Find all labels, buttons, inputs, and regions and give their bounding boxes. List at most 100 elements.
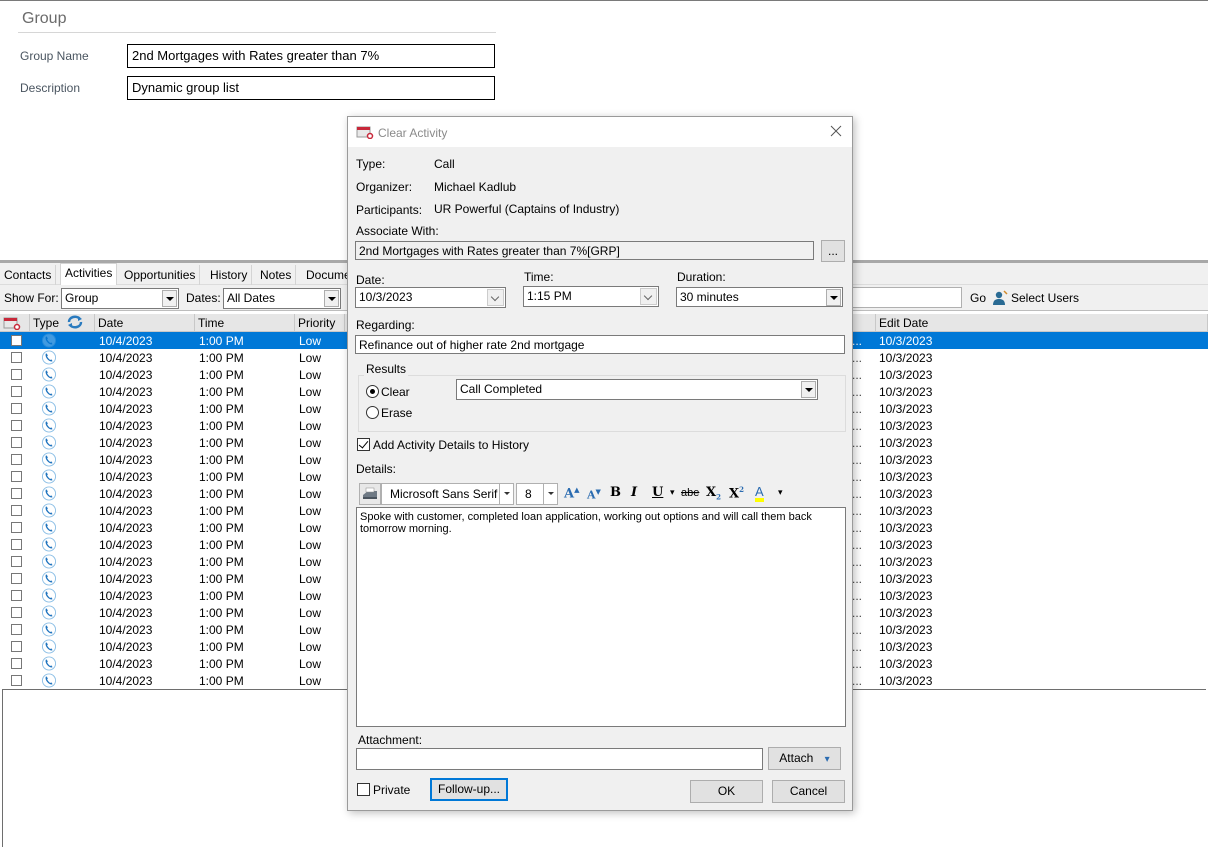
refresh-icon[interactable] [66,315,84,329]
cell-truncated: ... [852,470,863,484]
chevron-down-icon: ▾ [824,754,830,765]
group-name-input[interactable]: 2nd Mortgages with Rates greater than 7% [127,44,495,68]
cell-priority: Low [299,470,322,484]
row-checkbox[interactable] [11,420,22,431]
tab-notes[interactable]: Notes [256,265,297,285]
clear-radio-label[interactable]: Clear [381,385,410,399]
chevron-down-icon [826,289,841,306]
follow-up-button[interactable]: Follow-up... [430,778,508,801]
row-checkbox[interactable] [11,488,22,499]
grow-font-icon[interactable]: A▲ [564,485,579,501]
erase-radio-label[interactable]: Erase [381,406,412,420]
row-checkbox[interactable] [11,641,22,652]
cancel-button[interactable]: Cancel [772,780,845,803]
bold-icon[interactable]: B [610,485,621,500]
erase-radio[interactable] [366,406,379,419]
cell-truncated: ... [852,572,863,586]
font-family-dropdown[interactable]: Microsoft Sans Serif [381,483,514,505]
row-checkbox[interactable] [11,505,22,516]
time-picker[interactable]: 1:15 PM [523,286,659,307]
attach-button[interactable]: Attach ▾ [768,747,841,770]
search-input[interactable] [852,287,962,308]
go-button[interactable]: Go [970,291,986,305]
show-for-dropdown[interactable]: Group [61,288,179,309]
column-header-time[interactable]: Time [195,314,295,332]
cell-truncated: ... [852,419,863,433]
date-label: Date: [356,273,385,287]
column-header-date[interactable]: Date [95,314,195,332]
subscript-icon[interactable]: X2 [706,485,721,502]
user-icon [993,290,1008,305]
cell-edit-date: 10/3/2023 [879,453,933,467]
strikethrough-icon[interactable]: abe [681,487,699,499]
private-checkbox[interactable] [357,783,370,796]
superscript-icon[interactable]: X2 [729,485,744,501]
private-label[interactable]: Private [373,783,410,797]
tab-activities[interactable]: Activities [60,263,118,285]
underline-icon[interactable]: U [652,485,663,500]
close-icon[interactable] [828,123,844,139]
chevron-down-icon [801,381,816,398]
tab-contacts[interactable]: Contacts [0,265,57,285]
row-checkbox[interactable] [11,590,22,601]
ok-button[interactable]: OK [690,780,763,803]
clear-radio[interactable] [366,385,379,398]
associate-browse-button[interactable]: ... [821,240,845,262]
duration-dropdown[interactable]: 30 minutes [676,287,843,307]
row-checkbox[interactable] [11,335,22,346]
font-size-dropdown[interactable]: 8 [516,483,558,505]
shrink-font-icon[interactable]: A▼ [587,487,601,502]
select-users-button[interactable]: Select Users [992,288,1079,308]
regarding-input[interactable]: Refinance out of higher rate 2nd mortgag… [355,335,845,354]
time-value: 1:15 PM [527,289,572,303]
tab-history[interactable]: History [206,265,253,285]
italic-icon[interactable]: I [631,485,637,500]
cell-truncated: ... [852,640,863,654]
printer-icon [363,487,377,499]
description-input[interactable]: Dynamic group list [127,76,495,100]
chevron-down-icon [487,289,504,306]
print-button[interactable] [359,483,381,505]
row-checkbox[interactable] [11,352,22,363]
column-header-cleared[interactable] [0,314,30,332]
row-checkbox[interactable] [11,624,22,635]
row-checkbox[interactable] [11,573,22,584]
row-checkbox[interactable] [11,403,22,414]
cell-priority: Low [299,538,322,552]
chevron-down-icon [543,484,557,504]
column-header-priority[interactable]: Priority [295,314,345,332]
associate-with-field[interactable]: 2nd Mortgages with Rates greater than 7%… [355,241,814,260]
row-checkbox[interactable] [11,607,22,618]
underline-options-chevron-icon[interactable]: ▾ [670,488,675,498]
column-header-type[interactable]: Type [30,314,95,332]
row-checkbox[interactable] [11,556,22,567]
add-history-checkbox[interactable] [357,438,370,451]
cell-edit-date: 10/3/2023 [879,572,933,586]
row-checkbox[interactable] [11,471,22,482]
cell-truncated: ... [852,657,863,671]
dialog-titlebar[interactable]: Clear Activity [348,117,852,147]
row-checkbox[interactable] [11,437,22,448]
result-dropdown[interactable]: Call Completed [456,379,818,400]
cell-time: 1:00 PM [199,368,244,382]
tab-opportunities[interactable]: Opportunities [120,265,201,285]
font-family-value: Microsoft Sans Serif [390,487,498,501]
row-checkbox[interactable] [11,386,22,397]
grid-border-left [2,689,3,847]
attachment-input[interactable] [356,748,763,770]
add-history-label[interactable]: Add Activity Details to History [373,438,529,452]
cell-date: 10/4/2023 [99,351,153,365]
date-picker[interactable]: 10/3/2023 [355,287,506,308]
row-checkbox[interactable] [11,522,22,533]
row-checkbox[interactable] [11,454,22,465]
row-checkbox[interactable] [11,658,22,669]
font-color-icon[interactable]: A [755,485,764,502]
details-editor[interactable]: Spoke with customer, completed loan appl… [356,507,846,727]
dates-dropdown[interactable]: All Dates [223,288,341,309]
row-checkbox[interactable] [11,369,22,380]
column-header-edit-date[interactable]: Edit Date [875,314,1208,332]
row-checkbox[interactable] [11,539,22,550]
font-color-chevron-icon[interactable]: ▾ [778,488,783,498]
row-checkbox[interactable] [11,675,22,686]
cell-priority: Low [299,504,322,518]
